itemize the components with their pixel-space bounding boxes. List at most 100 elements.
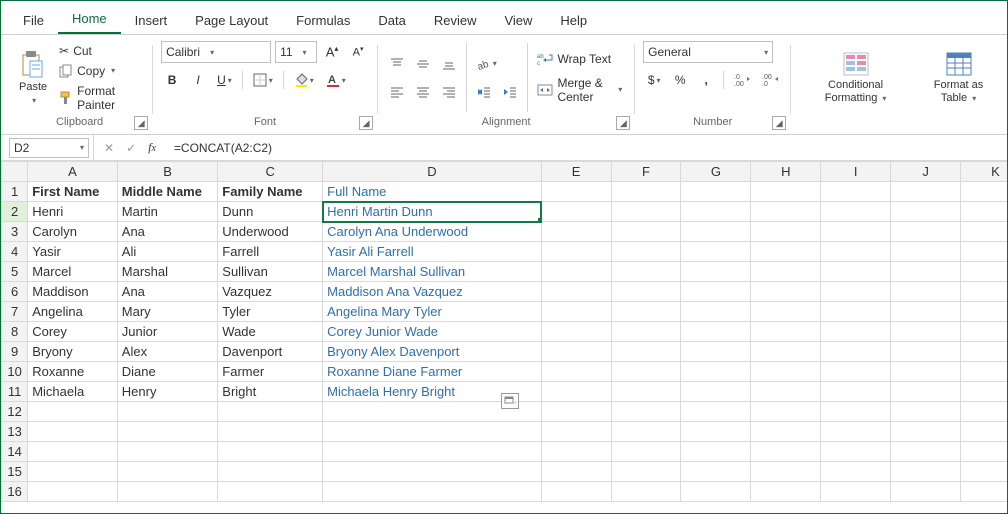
cell-empty[interactable] <box>681 402 751 422</box>
cell-empty[interactable] <box>961 482 1007 502</box>
cell-empty[interactable] <box>681 302 751 322</box>
row-header-9[interactable]: 9 <box>2 342 28 362</box>
enter-formula-button[interactable]: ✓ <box>126 141 136 155</box>
cell-empty[interactable] <box>611 322 681 342</box>
cell-empty[interactable] <box>611 422 681 442</box>
col-header-j[interactable]: J <box>891 162 961 182</box>
cell-empty[interactable] <box>821 262 891 282</box>
row-header-10[interactable]: 10 <box>2 362 28 382</box>
row-header-2[interactable]: 2 <box>2 202 28 222</box>
cell-a10[interactable]: Roxanne <box>28 362 118 382</box>
cell-empty[interactable] <box>611 362 681 382</box>
cell-empty[interactable] <box>611 302 681 322</box>
format-painter-button[interactable]: Format Painter <box>55 82 144 114</box>
decrease-indent-button[interactable] <box>473 81 495 103</box>
cell-empty[interactable] <box>821 382 891 402</box>
cell-empty[interactable] <box>541 282 611 302</box>
cell-empty[interactable] <box>611 242 681 262</box>
cell-a4[interactable]: Yasir <box>28 242 118 262</box>
cell-empty[interactable] <box>891 362 961 382</box>
fill-color-button[interactable]: ▾ <box>290 69 318 91</box>
tab-insert[interactable]: Insert <box>121 7 182 34</box>
cell-empty[interactable] <box>751 222 821 242</box>
borders-button[interactable]: ▾ <box>249 69 277 91</box>
cell-empty[interactable] <box>681 442 751 462</box>
cell-empty[interactable] <box>751 442 821 462</box>
col-header-k[interactable]: K <box>961 162 1007 182</box>
cell-empty[interactable] <box>961 262 1007 282</box>
cell-d6[interactable]: Maddison Ana Vazquez <box>323 282 541 302</box>
underline-button[interactable]: U▾ <box>213 69 236 91</box>
cell-empty[interactable] <box>541 382 611 402</box>
cell-empty[interactable] <box>961 202 1007 222</box>
row-header-16[interactable]: 16 <box>2 482 28 502</box>
tab-help[interactable]: Help <box>546 7 601 34</box>
alignment-dialog-launcher[interactable]: ◢ <box>616 116 630 130</box>
cell-empty[interactable] <box>751 362 821 382</box>
cell-empty[interactable] <box>961 322 1007 342</box>
cell-empty[interactable] <box>891 242 961 262</box>
cell-empty[interactable] <box>681 342 751 362</box>
cell-empty[interactable] <box>681 382 751 402</box>
cell-a5[interactable]: Marcel <box>28 262 118 282</box>
cell-empty[interactable] <box>961 382 1007 402</box>
tab-formulas[interactable]: Formulas <box>282 7 364 34</box>
cell-empty[interactable] <box>541 482 611 502</box>
cell-empty[interactable] <box>891 462 961 482</box>
align-middle-button[interactable] <box>412 53 434 75</box>
cell-a11[interactable]: Michaela <box>28 382 118 402</box>
cell-empty[interactable] <box>611 442 681 462</box>
cell-empty[interactable] <box>821 302 891 322</box>
cell-empty[interactable] <box>961 442 1007 462</box>
cell-empty[interactable] <box>961 342 1007 362</box>
row-header-7[interactable]: 7 <box>2 302 28 322</box>
accounting-format-button[interactable]: $▾ <box>643 69 665 91</box>
cell-c2[interactable]: Dunn <box>218 202 323 222</box>
row-header-1[interactable]: 1 <box>2 182 28 202</box>
cell-a6[interactable]: Maddison <box>28 282 118 302</box>
row-header-3[interactable]: 3 <box>2 222 28 242</box>
cell-c3[interactable]: Underwood <box>218 222 323 242</box>
cell-empty[interactable] <box>28 402 118 422</box>
cell-empty[interactable] <box>218 482 323 502</box>
cell-empty[interactable] <box>751 182 821 202</box>
cell-empty[interactable] <box>218 462 323 482</box>
cell-d2[interactable]: Henri Martin Dunn <box>323 202 541 222</box>
cell-empty[interactable] <box>751 342 821 362</box>
row-header-12[interactable]: 12 <box>2 402 28 422</box>
cell-empty[interactable] <box>681 482 751 502</box>
cell-empty[interactable] <box>681 242 751 262</box>
format-as-table-button[interactable]: Format as Table ▾ <box>916 49 1001 105</box>
align-center-button[interactable] <box>412 81 434 103</box>
cell-d1[interactable]: Full Name <box>323 182 541 202</box>
cell-empty[interactable] <box>961 402 1007 422</box>
cell-empty[interactable] <box>891 442 961 462</box>
row-header-13[interactable]: 13 <box>2 422 28 442</box>
increase-indent-button[interactable] <box>499 81 521 103</box>
name-box[interactable]: D2 ▾ <box>9 138 89 158</box>
cell-a8[interactable]: Corey <box>28 322 118 342</box>
cell-empty[interactable] <box>751 482 821 502</box>
cell-empty[interactable] <box>751 462 821 482</box>
cell-empty[interactable] <box>117 422 218 442</box>
cell-empty[interactable] <box>681 322 751 342</box>
cell-empty[interactable] <box>28 482 118 502</box>
cell-empty[interactable] <box>751 402 821 422</box>
cell-empty[interactable] <box>117 482 218 502</box>
cell-empty[interactable] <box>541 202 611 222</box>
cell-empty[interactable] <box>541 182 611 202</box>
merge-center-button[interactable]: Merge & Center ▾ <box>533 74 626 106</box>
cell-empty[interactable] <box>821 342 891 362</box>
decrease-decimal-button[interactable]: .00.0 <box>758 69 782 91</box>
cell-empty[interactable] <box>611 222 681 242</box>
cell-c11[interactable]: Bright <box>218 382 323 402</box>
col-header-e[interactable]: E <box>541 162 611 182</box>
col-header-f[interactable]: F <box>611 162 681 182</box>
align-left-button[interactable] <box>386 81 408 103</box>
cell-empty[interactable] <box>821 482 891 502</box>
row-header-15[interactable]: 15 <box>2 462 28 482</box>
increase-decimal-button[interactable]: .0.00 <box>730 69 754 91</box>
cell-empty[interactable] <box>821 322 891 342</box>
cell-b1[interactable]: Middle Name <box>117 182 218 202</box>
cell-empty[interactable] <box>821 422 891 442</box>
